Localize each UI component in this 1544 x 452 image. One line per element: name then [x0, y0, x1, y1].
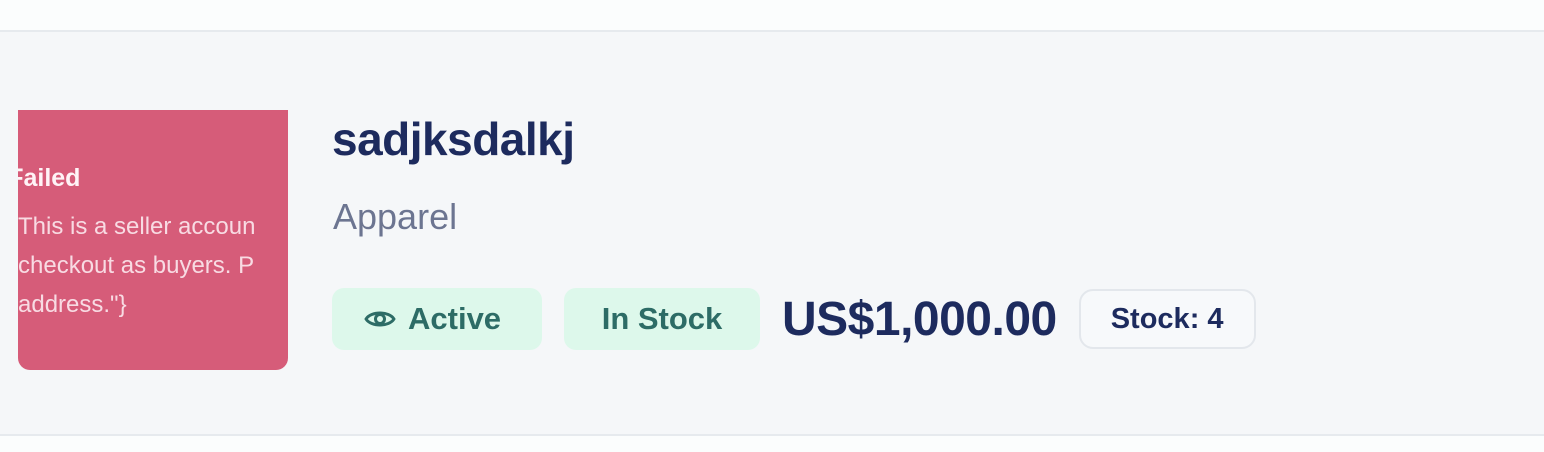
- status-badge-active: Active: [332, 288, 542, 350]
- product-meta-row: Active In Stock US$1,000.00 Stock: 4: [332, 288, 1256, 350]
- status-badge-label: Active: [408, 301, 502, 336]
- stock-count-badge: Stock: 4: [1078, 289, 1256, 349]
- thumbnail-error-title: n Failed: [18, 164, 81, 192]
- eye-icon: [364, 311, 396, 327]
- product-name[interactable]: sadjksdalkj: [332, 112, 575, 166]
- availability-badge: In Stock: [564, 288, 760, 350]
- thumbnail-error-message: This is a seller accoun checkout as buye…: [18, 213, 256, 318]
- product-thumbnail[interactable]: n Failed This is a seller accoun checkou…: [18, 110, 288, 370]
- product-category: Apparel: [333, 196, 458, 237]
- product-card[interactable]: n Failed This is a seller accoun checkou…: [0, 30, 1544, 436]
- thumbnail-error-overlay: n Failed This is a seller accoun checkou…: [18, 164, 288, 324]
- product-price: US$1,000.00: [782, 292, 1057, 346]
